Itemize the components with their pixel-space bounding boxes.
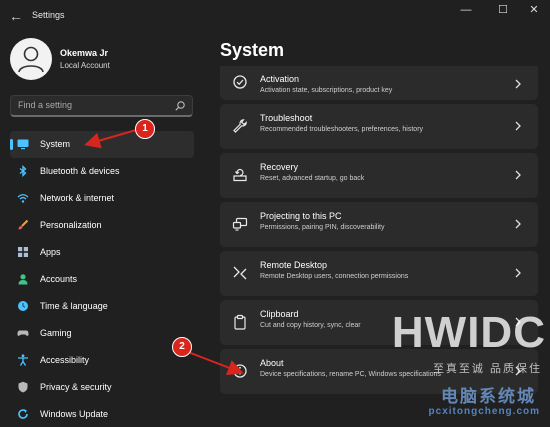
app-title: Settings — [32, 10, 65, 20]
sidebar-item-apps[interactable]: Apps — [10, 239, 194, 266]
sidebar-item-label: Accounts — [40, 274, 78, 284]
sidebar-item-windows-update[interactable]: Windows Update — [10, 401, 194, 427]
avatar[interactable] — [10, 38, 52, 80]
accessibility-icon — [18, 354, 28, 366]
back-arrow-icon[interactable]: ← — [8, 6, 24, 26]
globe-clock-icon — [18, 301, 28, 311]
check-circle-icon — [233, 75, 247, 89]
chevron-right-icon — [515, 121, 521, 131]
search-icon — [175, 101, 185, 111]
search-input[interactable]: Find a setting — [18, 100, 72, 110]
title-bar: ← Settings — ☐ ✕ — [0, 0, 550, 32]
page-title: System — [220, 40, 285, 60]
settings-item-recovery[interactable]: Recovery Reset, advanced startup, go bac… — [220, 153, 538, 198]
settings-item-remote-desktop[interactable]: Remote Desktop Remote Desktop users, con… — [220, 251, 538, 296]
watermark-url: pcxitongcheng.com — [428, 406, 540, 417]
annotation-badge-1: 1 — [135, 119, 155, 139]
chevron-right-icon — [515, 219, 521, 229]
close-button[interactable]: ✕ — [518, 0, 550, 20]
person-icon — [18, 274, 28, 285]
avatar-person-icon — [18, 46, 44, 73]
sidebar-item-accessibility[interactable]: Accessibility — [10, 347, 194, 374]
wifi-icon — [17, 194, 29, 203]
search-box[interactable]: Find a setting — [10, 95, 193, 117]
sidebar-nav: System Bluetooth & devices Network & int… — [10, 131, 194, 427]
item-subtitle: Reset, advanced startup, go back — [260, 175, 365, 182]
chevron-right-icon — [515, 79, 521, 89]
sidebar-item-label: Apps — [40, 247, 61, 257]
item-title: About — [260, 358, 284, 368]
update-icon — [18, 409, 28, 419]
account-type: Local Account — [60, 61, 110, 70]
sidebar-item-label: Personalization — [40, 220, 102, 230]
sidebar-item-system[interactable]: System — [10, 131, 194, 158]
item-subtitle: Recommended troubleshooters, preferences… — [260, 126, 424, 133]
sidebar-item-network[interactable]: Network & internet — [10, 185, 194, 212]
item-subtitle: Activation state, subscriptions, product… — [260, 87, 393, 94]
sidebar-item-bluetooth[interactable]: Bluetooth & devices — [10, 158, 194, 185]
sidebar-item-gaming[interactable]: Gaming — [10, 320, 194, 347]
bluetooth-icon — [19, 165, 27, 177]
sidebar-item-time-language[interactable]: Time & language — [10, 293, 194, 320]
remote-desktop-icon — [233, 266, 247, 280]
info-icon — [233, 364, 247, 378]
monitor-icon — [17, 139, 29, 150]
sidebar-item-label: System — [40, 139, 71, 149]
item-subtitle: Cut and copy history, sync, clear — [260, 322, 361, 329]
item-title: Recovery — [260, 162, 299, 172]
sidebar-item-label: Gaming — [40, 328, 72, 338]
chevron-right-icon — [515, 268, 521, 278]
sidebar-item-label: Network & internet — [40, 193, 115, 203]
item-title: Troubleshoot — [260, 113, 313, 123]
settings-item-activation[interactable]: Activation Activation state, subscriptio… — [220, 66, 538, 100]
wrench-icon — [233, 119, 247, 133]
sidebar-item-label: Accessibility — [40, 355, 90, 365]
brush-icon — [18, 219, 29, 230]
item-title: Projecting to this PC — [260, 211, 342, 221]
sidebar-item-label: Privacy & security — [40, 382, 112, 392]
annotation-badge-2: 2 — [172, 337, 192, 357]
minimize-button[interactable]: — — [450, 0, 482, 20]
sidebar-item-label: Time & language — [40, 301, 108, 311]
item-subtitle: Permissions, pairing PIN, discoverabilit… — [260, 224, 385, 231]
sidebar-item-accounts[interactable]: Accounts — [10, 266, 194, 293]
item-title: Remote Desktop — [260, 260, 328, 270]
project-icon — [232, 217, 248, 231]
apps-icon — [18, 247, 28, 257]
sidebar-item-label: Bluetooth & devices — [40, 166, 120, 176]
settings-item-troubleshoot[interactable]: Troubleshoot Recommended troubleshooters… — [220, 104, 538, 149]
watermark-brand: 电脑系统城 — [441, 387, 536, 406]
clipboard-icon — [234, 314, 246, 330]
item-subtitle: Remote Desktop users, connection permiss… — [260, 273, 409, 280]
watermark-logo: HWIDC — [391, 308, 546, 357]
sidebar-item-personalization[interactable]: Personalization — [10, 212, 194, 239]
recovery-icon — [233, 168, 247, 182]
item-title: Clipboard — [260, 309, 299, 319]
shield-icon — [18, 381, 28, 393]
settings-item-projecting[interactable]: Projecting to this PC Permissions, pairi… — [220, 202, 538, 247]
chevron-right-icon — [515, 170, 521, 180]
watermark-slogan: 至真至诚 品质保住 — [432, 363, 542, 375]
sidebar-item-label: Windows Update — [40, 409, 109, 419]
gamepad-icon — [17, 330, 29, 336]
item-title: Activation — [260, 74, 300, 84]
item-subtitle: Device specifications, rename PC, Window… — [260, 371, 441, 378]
maximize-button[interactable]: ☐ — [487, 0, 519, 20]
sidebar-item-privacy-security[interactable]: Privacy & security — [10, 374, 194, 401]
user-name: Okemwa Jr — [60, 48, 109, 58]
